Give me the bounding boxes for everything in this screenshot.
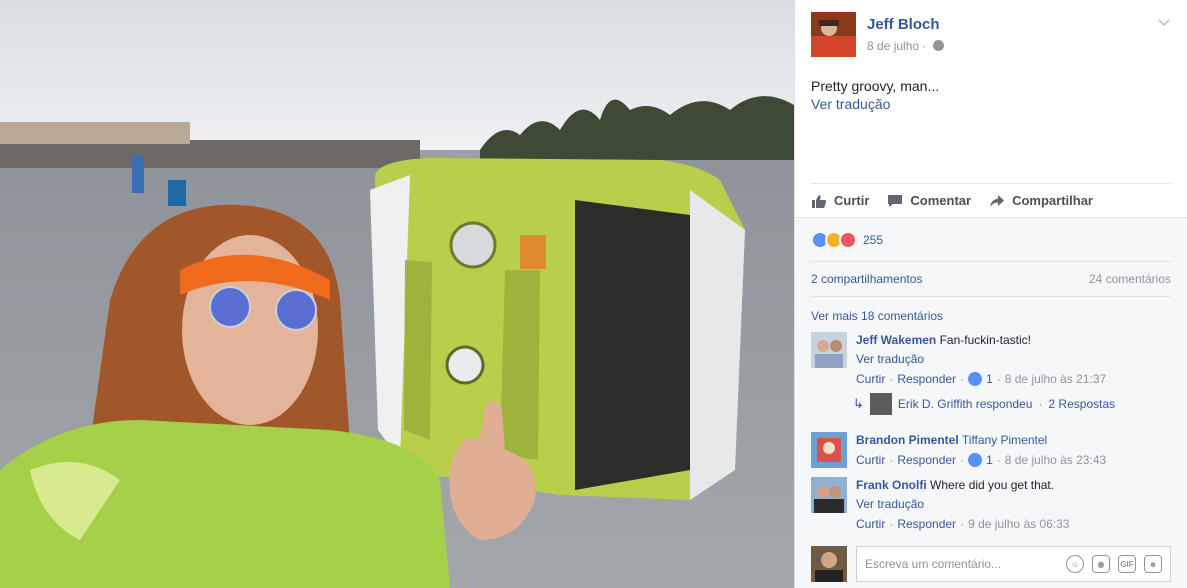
comment-text: Fan-fuckin-tastic! bbox=[939, 333, 1031, 347]
view-more-comments-link[interactable]: Ver mais 18 comentários bbox=[811, 309, 943, 323]
thumbs-up-icon bbox=[812, 194, 827, 208]
action-bar: Curtir Comentar Compartilhar bbox=[811, 183, 1171, 217]
post-text: Pretty groovy, man... bbox=[811, 78, 940, 94]
comment-line: Jeff Wakemen Fan-fuckin-tastic! bbox=[856, 332, 1171, 348]
comment-reply-button[interactable]: Responder bbox=[897, 516, 956, 532]
photo-illustration bbox=[0, 0, 794, 588]
meta-separator: · bbox=[996, 453, 1001, 467]
tagged-user-link[interactable]: Tiffany Pimentel bbox=[962, 433, 1047, 447]
viewer-avatar bbox=[811, 546, 847, 582]
author-avatar[interactable] bbox=[811, 12, 856, 57]
comment-line: Brandon Pimentel Tiffany Pimentel bbox=[856, 432, 1171, 448]
meta-separator: · bbox=[889, 517, 894, 531]
comment-like-count[interactable]: 1 bbox=[986, 452, 993, 468]
avatar-image bbox=[811, 432, 847, 468]
comment-meta: Curtir · Responder · 1 · 8 de julho às 2… bbox=[856, 452, 1171, 468]
post-panel: Jeff Bloch 8 de julho · Pretty groovy, m… bbox=[794, 0, 1187, 588]
comment-body: Brandon Pimentel Tiffany Pimentel Curtir… bbox=[856, 432, 1171, 468]
see-translation-link[interactable]: Ver tradução bbox=[856, 351, 1171, 367]
comment-like-button[interactable]: Curtir bbox=[856, 371, 885, 387]
comment-button[interactable]: Comentar bbox=[887, 193, 971, 208]
like-label: Curtir bbox=[834, 193, 870, 208]
share-arrow-icon bbox=[990, 194, 1005, 207]
comment-composer: ☺ ◉ GIF ☻ bbox=[811, 546, 1171, 582]
comment-author[interactable]: Jeff Wakemen bbox=[856, 333, 936, 347]
reply-arrow-icon: ↳ bbox=[853, 396, 864, 411]
replier-avatar bbox=[869, 393, 892, 415]
meta-separator: · bbox=[960, 517, 965, 531]
comment-time[interactable]: 9 de julho às 06:33 bbox=[968, 516, 1069, 532]
comment-author[interactable]: Frank Onolfi bbox=[856, 478, 927, 492]
reaction-count[interactable]: 255 bbox=[863, 233, 883, 247]
comment-text: Where did you get that. bbox=[930, 478, 1055, 492]
meta-separator: · bbox=[889, 453, 894, 467]
post-header: Jeff Bloch 8 de julho · bbox=[811, 12, 1171, 58]
comment-reply-button[interactable]: Responder bbox=[897, 452, 956, 468]
post-date[interactable]: 8 de julho bbox=[867, 39, 919, 53]
replier-name[interactable]: Erik D. Griffith respondeu bbox=[898, 397, 1033, 411]
view-replies-link[interactable]: 2 Respostas bbox=[1048, 397, 1115, 411]
meta-separator: · bbox=[889, 372, 894, 386]
camera-icon[interactable]: ◉ bbox=[1092, 555, 1110, 573]
post-photo[interactable] bbox=[0, 0, 794, 588]
comments-count[interactable]: 24 comentários bbox=[1089, 272, 1171, 286]
comment-like-button[interactable]: Curtir bbox=[856, 516, 885, 532]
see-translation-link[interactable]: Ver tradução bbox=[856, 496, 1171, 512]
meta-separator: · bbox=[960, 372, 965, 386]
comment-like-button[interactable]: Curtir bbox=[856, 452, 885, 468]
comment-reply-button[interactable]: Responder bbox=[897, 371, 956, 387]
sticker-icon[interactable]: ☻ bbox=[1144, 555, 1162, 573]
comment-icon bbox=[888, 194, 903, 207]
meta-separator: · bbox=[996, 372, 1001, 386]
shares-link[interactable]: 2 compartilhamentos bbox=[811, 272, 922, 286]
reactions-summary[interactable]: 255 bbox=[811, 230, 883, 250]
share-button[interactable]: Compartilhar bbox=[989, 193, 1093, 208]
comment-body: Frank Onolfi Where did you get that. Ver… bbox=[856, 477, 1171, 532]
avatar-image bbox=[811, 12, 856, 57]
like-badge-icon bbox=[968, 453, 983, 467]
commenter-avatar[interactable] bbox=[811, 477, 847, 513]
avatar-image bbox=[811, 332, 847, 368]
comment-line: Frank Onolfi Where did you get that. bbox=[856, 477, 1171, 493]
author-name[interactable]: Jeff Bloch bbox=[867, 16, 940, 33]
see-translation-link[interactable]: Ver tradução bbox=[811, 96, 890, 112]
love-reaction-icon bbox=[839, 231, 857, 249]
chevron-down-icon[interactable] bbox=[1157, 16, 1171, 30]
meta-separator: · bbox=[922, 39, 930, 53]
avatar-image bbox=[811, 546, 847, 582]
comment-like-count[interactable]: 1 bbox=[986, 371, 993, 387]
comment-meta: Curtir · Responder · 9 de julho às 06:33 bbox=[856, 516, 1171, 532]
commenter-avatar[interactable] bbox=[811, 332, 847, 368]
comment-label: Comentar bbox=[910, 193, 972, 208]
stats-row: 2 compartilhamentos 24 comentários bbox=[811, 261, 1171, 297]
share-label: Compartilhar bbox=[1012, 193, 1093, 208]
comment-body: Jeff Wakemen Fan-fuckin-tastic! Ver trad… bbox=[856, 332, 1171, 387]
comment-input-box: ☺ ◉ GIF ☻ bbox=[856, 546, 1171, 582]
emoji-icon[interactable]: ☺ bbox=[1066, 555, 1084, 573]
comment-time[interactable]: 8 de julho às 23:43 bbox=[1005, 452, 1106, 468]
globe-icon[interactable] bbox=[932, 40, 944, 51]
comment-input[interactable] bbox=[865, 557, 1066, 571]
comment-meta: Curtir · Responder · 1 · 8 de julho às 2… bbox=[856, 371, 1171, 387]
post-meta: 8 de julho · bbox=[867, 39, 944, 53]
composer-icons: ☺ ◉ GIF ☻ bbox=[1066, 555, 1170, 573]
commenter-avatar[interactable] bbox=[811, 432, 847, 468]
meta-separator: · bbox=[1038, 397, 1043, 411]
feedback-area: 255 2 compartilhamentos 24 comentários V… bbox=[795, 217, 1187, 588]
gif-icon[interactable]: GIF bbox=[1118, 555, 1136, 573]
avatar-image bbox=[811, 477, 847, 513]
like-badge-icon bbox=[968, 372, 983, 386]
comment-time[interactable]: 8 de julho às 21:37 bbox=[1005, 371, 1106, 387]
like-button[interactable]: Curtir bbox=[811, 193, 869, 208]
comment-author[interactable]: Brandon Pimentel bbox=[856, 433, 959, 447]
replies-summary[interactable]: ↳ Erik D. Griffith respondeu · 2 Respost… bbox=[853, 392, 1171, 416]
meta-separator: · bbox=[960, 453, 965, 467]
